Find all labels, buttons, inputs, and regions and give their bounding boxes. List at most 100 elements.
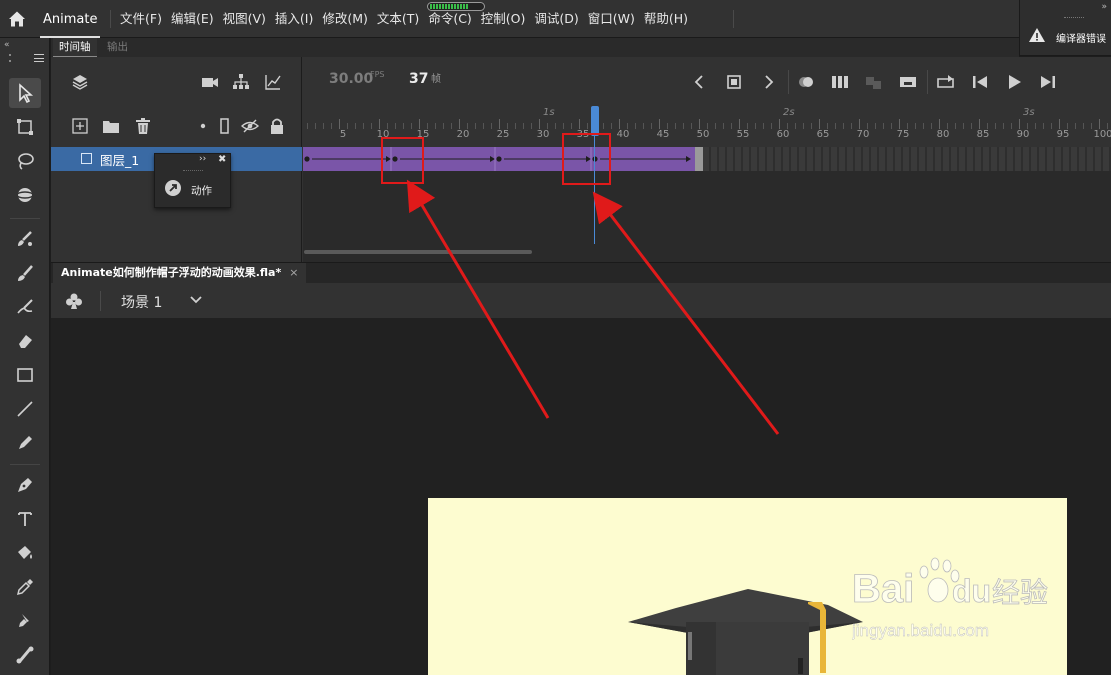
ruler-tick [835, 123, 836, 129]
timeline-scrollbar[interactable] [304, 250, 532, 254]
ruler-tick [875, 123, 876, 129]
pen-tool-icon[interactable] [9, 470, 41, 500]
ruler-tick [755, 123, 756, 129]
lasso-tool-icon[interactable] [9, 146, 41, 176]
chevron-down-icon[interactable] [189, 293, 203, 307]
loop-icon[interactable] [935, 71, 957, 93]
ruler-tick [931, 123, 932, 129]
hide-eye-icon[interactable] [240, 117, 260, 135]
scene-label[interactable]: 场景 1 [121, 292, 162, 312]
paint-brush-tool-icon[interactable] [9, 224, 41, 254]
panel-grip-icon [9, 54, 11, 62]
layer-name[interactable]: 图层_1 [100, 150, 139, 169]
highlight-dot-icon[interactable] [194, 117, 212, 135]
menu-edit[interactable]: 编辑(E) [167, 0, 218, 38]
menu-file[interactable]: 文件(F) [116, 0, 166, 38]
onion-skin-icon[interactable] [795, 71, 817, 93]
ruler-second-label: 3s [1023, 107, 1035, 118]
frame-ruler[interactable]: 5 10 15 20 25 30 35 40 45 50 55 60 65 70 75 80 85 90 95 100… [303, 105, 1111, 147]
ruler-number: 30 [536, 129, 550, 140]
expand-chevron-icon[interactable]: » [1101, 2, 1107, 12]
3d-rotation-tool-icon[interactable] [9, 180, 41, 210]
selection-tool-icon[interactable] [9, 78, 41, 108]
menu-bar: Animate 文件(F) 编辑(E) 视图(V) 插入(I) 修改(M) 文本… [0, 0, 1111, 38]
delete-layer-icon[interactable] [134, 117, 152, 135]
rectangle-tool-icon[interactable] [9, 360, 41, 390]
document-tab[interactable]: Animate如何制作帽子浮动的动画效果.fla* × [53, 263, 307, 284]
symbol-clubs-icon[interactable] [65, 292, 83, 310]
pencil-tool-icon[interactable] [9, 428, 41, 458]
lock-icon[interactable] [268, 117, 286, 135]
popup-expand-icon[interactable]: ›› [199, 154, 206, 164]
keyframe-dot[interactable] [304, 156, 310, 162]
free-transform-tool-icon[interactable] [9, 112, 41, 142]
menu-list: 文件(F) 编辑(E) 视图(V) 插入(I) 修改(M) 文本(T) 命令(C… [116, 0, 693, 38]
menu-modify[interactable]: 修改(M) [318, 0, 372, 38]
new-folder-icon[interactable] [102, 117, 120, 135]
step-back-icon[interactable] [969, 71, 991, 93]
insert-frame-icon[interactable] [897, 71, 919, 93]
tab-timeline[interactable]: 时间轴 [53, 38, 97, 57]
ruler-tick [603, 123, 604, 129]
camera-icon[interactable] [201, 73, 219, 91]
keyframe-toggle-icon[interactable] [723, 71, 745, 93]
actions-icon[interactable] [165, 180, 181, 196]
actions-label[interactable]: 动作 [191, 183, 212, 198]
ruler-tick [739, 119, 740, 129]
layers-stack-icon[interactable] [71, 73, 89, 91]
annotation-box-frame-12 [381, 137, 424, 184]
menu-insert[interactable]: 插入(I) [271, 0, 317, 38]
edit-multiple-frames-icon[interactable] [829, 71, 851, 93]
menu-text[interactable]: 文本(T) [373, 0, 423, 38]
step-forward-icon[interactable] [1037, 71, 1059, 93]
outline-toggle-icon[interactable] [216, 117, 234, 135]
eyedropper-tool-icon[interactable] [9, 572, 41, 602]
menu-help[interactable]: 帮助(H) [640, 0, 692, 38]
graph-editor-icon[interactable] [264, 73, 282, 91]
line-tool-icon[interactable] [9, 394, 41, 424]
close-tab-icon[interactable]: × [289, 266, 298, 279]
collapse-chevron-icon[interactable]: « [4, 40, 10, 50]
bone-tool-icon[interactable] [9, 640, 41, 670]
keyframe-dot[interactable] [496, 156, 502, 162]
new-layer-icon[interactable] [71, 117, 89, 135]
ruler-second-label: 2s [783, 107, 795, 118]
text-tool-icon[interactable] [9, 504, 41, 534]
panel-menu-icon[interactable] [34, 54, 44, 62]
play-icon[interactable] [1003, 71, 1025, 93]
ruler-tick [723, 123, 724, 129]
motion-tween-span[interactable] [303, 147, 703, 171]
ruler-tick [451, 123, 452, 129]
brush-tool-icon[interactable] [9, 258, 41, 288]
ruler-tick [899, 119, 900, 129]
eraser-tool-icon[interactable] [9, 326, 41, 356]
ruler-number: 95 [1056, 129, 1070, 140]
pin-tool-icon[interactable] [9, 606, 41, 636]
home-icon[interactable] [6, 8, 28, 30]
empty-frames[interactable] [703, 147, 1111, 171]
paint-bucket-tool-icon[interactable] [9, 538, 41, 568]
ruler-number: 45 [656, 129, 670, 140]
menu-view[interactable]: 视图(V) [219, 0, 270, 38]
ruler-number: 40 [616, 129, 630, 140]
current-frame[interactable]: 37 [409, 71, 428, 87]
popup-close-icon[interactable]: ✖ [218, 154, 226, 165]
ruler-tick [779, 119, 780, 129]
fluid-brush-tool-icon[interactable] [9, 292, 41, 322]
layer-parenting-icon[interactable] [232, 73, 250, 91]
tab-output[interactable]: 输出 [101, 38, 134, 57]
ruler-tick [963, 123, 964, 129]
playhead-handle[interactable] [591, 106, 599, 136]
menu-debug[interactable]: 调试(D) [530, 0, 582, 38]
svg-text:Bai: Bai [852, 567, 914, 611]
fps-value[interactable]: 30.00 [329, 71, 373, 87]
frames-grid[interactable] [303, 147, 1111, 262]
ruler-tick [531, 123, 532, 129]
menu-window[interactable]: 窗口(W) [584, 0, 639, 38]
center-frame-icon[interactable] [863, 71, 885, 93]
prev-chevron-icon[interactable] [689, 71, 711, 93]
ruler-tick [883, 123, 884, 129]
tween-end-frame[interactable] [695, 147, 703, 171]
compiler-errors-panel[interactable]: » 编译器错误 [1019, 0, 1111, 56]
next-chevron-icon[interactable] [757, 71, 779, 93]
